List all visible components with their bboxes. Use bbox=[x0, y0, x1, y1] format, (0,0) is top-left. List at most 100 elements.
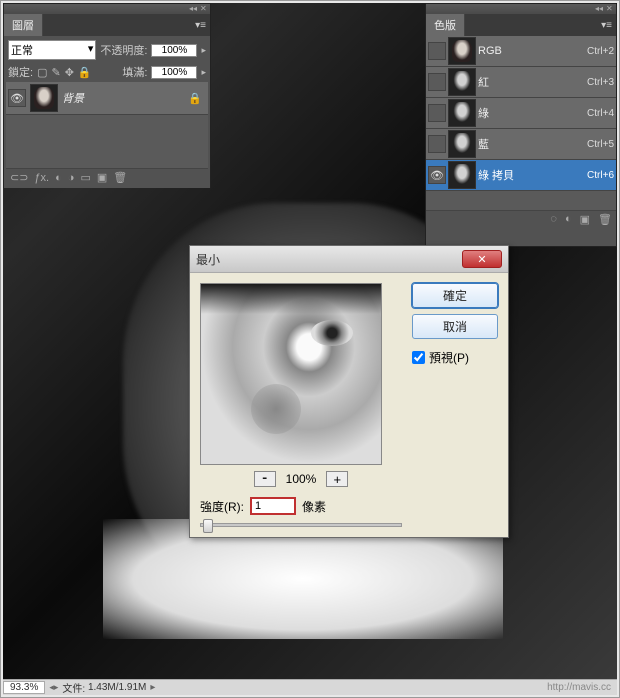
chevron-down-icon[interactable]: ▸ bbox=[201, 45, 206, 56]
status-zoom-input[interactable]: 93.3% bbox=[3, 681, 45, 694]
radius-unit: 像素 bbox=[302, 498, 326, 515]
zoom-in-button[interactable]: + bbox=[326, 471, 348, 487]
radius-input[interactable] bbox=[250, 497, 296, 515]
status-doc-label: 文件: bbox=[62, 680, 85, 695]
layers-panel-footer: ⊂⊃ ƒx. ◐ ◑ ▭ ▣ 🗑 bbox=[6, 168, 208, 186]
new-channel-icon[interactable]: ▣ bbox=[580, 213, 590, 226]
radius-slider[interactable] bbox=[200, 523, 402, 527]
preview-label: 預視(P) bbox=[429, 349, 469, 366]
status-bar: 93.3% ◂▸ 文件: 1.43M/1.91M ▸ bbox=[3, 679, 617, 695]
save-selection-icon[interactable]: ◐ bbox=[565, 213, 572, 226]
url-watermark: http://mavis.cc bbox=[547, 682, 611, 693]
status-stepper-icon[interactable]: ◂▸ bbox=[49, 682, 58, 693]
tab-channels[interactable]: 色版 bbox=[426, 14, 465, 36]
opacity-label: 不透明度: bbox=[100, 42, 147, 58]
visibility-eye-icon[interactable] bbox=[428, 135, 446, 153]
close-button[interactable]: ✕ bbox=[462, 250, 502, 268]
preview-checkbox-row[interactable]: 預視(P) bbox=[412, 349, 498, 366]
link-layers-icon[interactable]: ⊂⊃ bbox=[10, 171, 28, 184]
adjustment-icon[interactable]: ◑ bbox=[68, 172, 75, 184]
opacity-input[interactable]: 100% bbox=[151, 44, 197, 57]
channel-thumbnail bbox=[448, 37, 476, 65]
zoom-value: 100% bbox=[286, 472, 317, 486]
channel-thumbnail bbox=[448, 99, 476, 127]
tab-layers[interactable]: 圖層 bbox=[4, 14, 43, 36]
blend-mode-value: 正常 bbox=[11, 42, 33, 58]
filter-preview[interactable] bbox=[200, 283, 382, 465]
lock-label: 鎖定: bbox=[8, 64, 33, 80]
chevron-down-icon[interactable]: ▸ bbox=[201, 67, 206, 78]
panel-tabbar: 圖層 ▾≡ bbox=[4, 14, 210, 36]
panel-menu-icon[interactable]: ▾≡ bbox=[597, 20, 616, 31]
channel-thumbnail bbox=[448, 68, 476, 96]
lock-icon: 🔒 bbox=[188, 92, 202, 105]
visibility-eye-icon[interactable] bbox=[428, 73, 446, 91]
lock-move-icon[interactable]: ✥ bbox=[65, 66, 74, 79]
fill-input[interactable]: 100% bbox=[151, 66, 197, 79]
cancel-button[interactable]: 取消 bbox=[412, 314, 498, 339]
status-doc-value: 1.43M/1.91M bbox=[88, 682, 146, 693]
channel-thumbnail bbox=[448, 161, 476, 189]
channel-shortcut: Ctrl+4 bbox=[587, 108, 614, 119]
channel-row-rgb[interactable]: RGB Ctrl+2 bbox=[426, 36, 616, 67]
dialog-title: 最小 bbox=[196, 251, 220, 268]
fx-icon[interactable]: ƒx. bbox=[34, 172, 49, 184]
channel-name: 紅 bbox=[478, 74, 585, 90]
channel-name: 綠 bbox=[478, 105, 585, 121]
panel-grip[interactable]: ◂◂ ✕ bbox=[426, 4, 616, 14]
minimum-filter-dialog: 最小 ✕ ⁃ 100% + 強度(R): 像素 bbox=[189, 245, 509, 538]
visibility-eye-icon[interactable] bbox=[428, 42, 446, 60]
channels-panel: ◂◂ ✕ 色版 ▾≡ RGB Ctrl+2 紅 Ctrl+3 綠 Ctrl+4 … bbox=[425, 3, 617, 247]
lock-all-icon[interactable]: 🔒 bbox=[78, 66, 92, 79]
channel-shortcut: Ctrl+6 bbox=[587, 170, 614, 181]
lock-icon-group: ▢ ✎ ✥ 🔒 bbox=[37, 66, 92, 79]
chevron-right-icon[interactable]: ▸ bbox=[150, 682, 155, 693]
channel-thumbnail bbox=[448, 130, 476, 158]
preview-checkbox[interactable] bbox=[412, 351, 425, 364]
channel-row-blue[interactable]: 藍 Ctrl+5 bbox=[426, 129, 616, 160]
layer-thumbnail[interactable] bbox=[30, 84, 58, 112]
channels-panel-footer: ◌ ◐ ▣ 🗑 bbox=[426, 210, 616, 228]
chevron-down-icon: ▾ bbox=[88, 42, 94, 58]
channel-name: RGB bbox=[478, 45, 585, 57]
channel-row-red[interactable]: 紅 Ctrl+3 bbox=[426, 67, 616, 98]
layers-list: 👁 背景 🔒 bbox=[6, 82, 208, 168]
visibility-eye-icon[interactable]: 👁 bbox=[8, 89, 26, 107]
collapse-icon[interactable]: ◂◂ bbox=[595, 6, 603, 12]
zoom-out-button[interactable]: ⁃ bbox=[254, 471, 276, 487]
layers-panel-body: 正常 ▾ 不透明度: 100% ▸ 鎖定: ▢ ✎ ✥ 🔒 填滿: 100% ▸… bbox=[4, 36, 210, 188]
panel-menu-icon[interactable]: ▾≡ bbox=[191, 20, 210, 31]
layers-panel: ◂◂ ✕ 圖層 ▾≡ 正常 ▾ 不透明度: 100% ▸ 鎖定: ▢ ✎ ✥ 🔒… bbox=[3, 3, 211, 188]
trash-icon[interactable]: 🗑 bbox=[113, 171, 127, 184]
channel-name: 藍 bbox=[478, 136, 585, 152]
collapse-icon[interactable]: ◂◂ bbox=[189, 6, 197, 12]
channel-shortcut: Ctrl+3 bbox=[587, 77, 614, 88]
close-icon: ✕ bbox=[477, 253, 486, 266]
layer-row-background[interactable]: 👁 背景 🔒 bbox=[6, 82, 208, 115]
visibility-eye-icon[interactable] bbox=[428, 104, 446, 122]
new-layer-icon[interactable]: ▣ bbox=[97, 171, 107, 184]
load-selection-icon[interactable]: ◌ bbox=[550, 213, 557, 226]
channel-shortcut: Ctrl+2 bbox=[587, 46, 614, 57]
close-panel-icon[interactable]: ✕ bbox=[606, 6, 614, 12]
mask-icon[interactable]: ◐ bbox=[55, 172, 62, 184]
ok-button[interactable]: 確定 bbox=[412, 283, 498, 308]
trash-icon[interactable]: 🗑 bbox=[598, 213, 612, 226]
slider-thumb[interactable] bbox=[203, 519, 213, 533]
channel-row-green-copy[interactable]: 👁 綠 拷貝 Ctrl+6 bbox=[426, 160, 616, 191]
channel-row-green[interactable]: 綠 Ctrl+4 bbox=[426, 98, 616, 129]
close-panel-icon[interactable]: ✕ bbox=[200, 6, 208, 12]
blend-mode-dropdown[interactable]: 正常 ▾ bbox=[8, 40, 96, 60]
visibility-eye-icon[interactable]: 👁 bbox=[428, 166, 446, 184]
channel-shortcut: Ctrl+5 bbox=[587, 139, 614, 150]
channel-name: 綠 拷貝 bbox=[478, 167, 585, 183]
panel-tabbar: 色版 ▾≡ bbox=[426, 14, 616, 36]
layer-name[interactable]: 背景 bbox=[62, 90, 184, 106]
dialog-titlebar[interactable]: 最小 ✕ bbox=[190, 246, 508, 273]
lock-transparency-icon[interactable]: ▢ bbox=[37, 66, 47, 79]
panel-grip[interactable]: ◂◂ ✕ bbox=[4, 4, 210, 14]
group-icon[interactable]: ▭ bbox=[80, 171, 90, 184]
radius-label: 強度(R): bbox=[200, 498, 244, 515]
lock-brush-icon[interactable]: ✎ bbox=[51, 66, 60, 79]
channels-list: RGB Ctrl+2 紅 Ctrl+3 綠 Ctrl+4 藍 Ctrl+5 👁 … bbox=[426, 36, 616, 210]
